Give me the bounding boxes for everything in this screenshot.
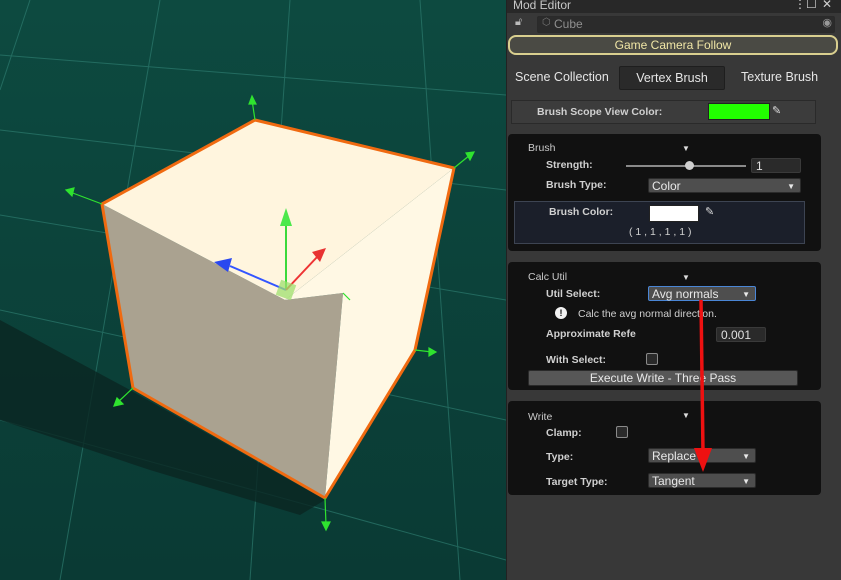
with-select-label: With Select: — [546, 354, 606, 366]
target-type-label: Target Type: — [546, 476, 608, 488]
cube-icon: ⬡ — [542, 17, 551, 28]
util-select-value: Avg normals — [652, 287, 719, 301]
strength-field[interactable]: 1 — [751, 158, 801, 173]
mod-editor-panel: Mod Editor ⋮ ☐ ✕ 🔓︎ ⬡ Cube ◉ Game Camera… — [506, 0, 841, 580]
write-type-label: Type: — [546, 451, 574, 463]
approximate-label: Approximate Refe — [546, 328, 636, 340]
write-section: Write ▼ Clamp: Type: Replace ▼ Target Typ… — [508, 401, 821, 495]
brush-collapse-icon[interactable]: ▼ — [682, 144, 690, 153]
chevron-down-icon: ▼ — [787, 182, 795, 191]
brush-color-readout: ( 1 , 1 , 1 , 1 ) — [629, 226, 692, 238]
calc-util-collapse-icon[interactable]: ▼ — [682, 273, 690, 282]
object-name: Cube — [554, 17, 583, 31]
info-icon: ! — [555, 307, 567, 319]
eyedropper-icon[interactable]: ✎ — [705, 205, 714, 218]
scene-viewport[interactable] — [0, 0, 506, 580]
brush-scope-view-color-row: Brush Scope View Color: ✎ — [511, 100, 816, 124]
object-row: 🔓︎ ⬡ Cube ◉ — [507, 15, 841, 33]
write-collapse-icon[interactable]: ▼ — [682, 411, 690, 420]
tab-texture-brush[interactable]: Texture Brush — [741, 66, 818, 88]
brush-type-label: Brush Type: — [546, 179, 607, 191]
util-select-label: Util Select: — [546, 288, 601, 300]
menu-icon[interactable]: ⋮ — [794, 0, 806, 11]
brush-section-title: Brush — [528, 142, 556, 154]
target-type-dropdown[interactable]: Tangent ▼ — [648, 473, 756, 488]
brush-color-box: Brush Color: ✎ ( 1 , 1 , 1 , 1 ) — [514, 201, 805, 244]
util-info-text: Calc the avg normal direction. — [578, 308, 717, 320]
chevron-down-icon: ▼ — [742, 477, 750, 486]
write-type-dropdown[interactable]: Replace ▼ — [648, 448, 756, 463]
object-field[interactable]: ⬡ Cube ◉ — [537, 16, 835, 33]
tab-vertex-brush[interactable]: Vertex Brush — [619, 66, 725, 90]
clamp-label: Clamp: — [546, 427, 582, 439]
calc-util-section: Calc Util ▼ Util Select: Avg normals ▼ ! … — [508, 262, 821, 390]
chevron-down-icon: ▼ — [742, 290, 750, 299]
object-picker-icon[interactable]: ◉ — [822, 16, 832, 29]
brush-color-label: Brush Color: — [549, 206, 614, 218]
maximize-icon[interactable]: ☐ — [806, 0, 817, 11]
window-title: Mod Editor — [513, 0, 572, 12]
target-type-value: Tangent — [652, 474, 695, 488]
brush-color-swatch[interactable] — [649, 205, 699, 222]
brush-section: Brush ▼ Strength: 1 Brush Type: Color ▼ B… — [508, 134, 821, 251]
brush-scope-color-swatch[interactable] — [708, 103, 770, 120]
brush-type-value: Color — [652, 179, 681, 193]
brush-scope-view-color-label: Brush Scope View Color: — [537, 106, 663, 118]
close-icon[interactable]: ✕ — [822, 0, 832, 11]
tab-scene-collection[interactable]: Scene Collection — [515, 66, 609, 88]
chevron-down-icon: ▼ — [742, 452, 750, 461]
eyedropper-icon[interactable]: ✎ — [772, 104, 781, 117]
game-camera-follow-button[interactable]: Game Camera Follow — [508, 35, 838, 55]
write-type-value: Replace — [652, 449, 697, 463]
write-title: Write — [528, 411, 553, 423]
clamp-checkbox[interactable] — [616, 426, 628, 438]
strength-slider-thumb[interactable] — [685, 161, 695, 170]
window-titlebar: Mod Editor ⋮ ☐ ✕ — [507, 0, 841, 13]
calc-util-title: Calc Util — [528, 271, 568, 283]
approximate-field[interactable]: 0.001 — [716, 327, 766, 342]
mode-tabs: Scene Collection Vertex Brush Texture Br… — [507, 66, 841, 90]
util-select-dropdown[interactable]: Avg normals ▼ — [648, 286, 756, 301]
with-select-checkbox[interactable] — [646, 353, 658, 365]
execute-write-button[interactable]: Execute Write - Three Pass — [528, 370, 798, 386]
brush-type-dropdown[interactable]: Color ▼ — [648, 178, 801, 193]
lock-icon[interactable]: 🔓︎ — [515, 16, 522, 29]
strength-label: Strength: — [546, 159, 593, 171]
